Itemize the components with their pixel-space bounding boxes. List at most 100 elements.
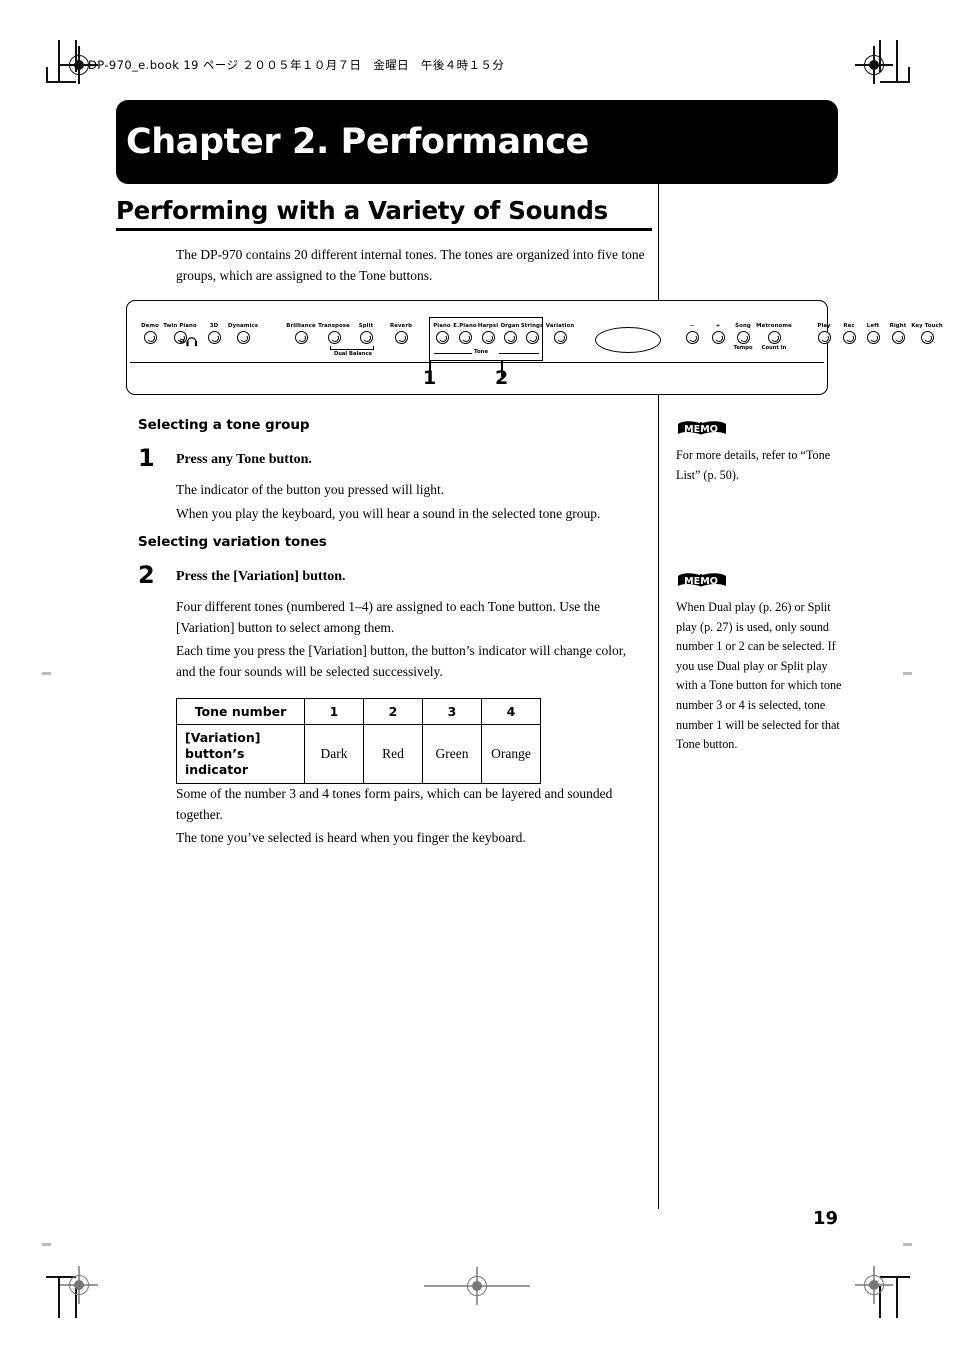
panel-button-metronome-label: Metronome — [756, 323, 792, 329]
panel-knob-reverb-label: Reverb — [389, 323, 413, 329]
table-header-2: 2 — [363, 698, 423, 725]
panel-knob-demo-label: Demo — [141, 323, 159, 329]
panel-knob-transpose-label: Transpose — [318, 323, 350, 329]
memo-dual-split-play: MEMO When Dual play (p. 26) or Split pla… — [676, 572, 844, 755]
panel-knob-split[interactable]: Split — [353, 323, 379, 344]
knob-icon — [394, 331, 408, 344]
step-number-1: 1 — [138, 444, 155, 472]
panel-tone-button-harpsi[interactable]: Harpsi — [476, 323, 500, 344]
panel-button-play[interactable]: Play — [813, 323, 835, 344]
knob-icon — [866, 331, 880, 344]
callout-number-2: 2 — [495, 367, 509, 389]
panel-knob-transpose[interactable]: Transpose — [317, 323, 351, 344]
control-panel-diagram: Demo Twin Piano 3D Dynamics Brilliance T… — [126, 300, 943, 395]
table-row-label-line2: button’s indicator — [185, 746, 248, 777]
subheading-selecting-variation-tones: Selecting variation tones — [138, 534, 327, 550]
memo-icon: MEMO — [676, 572, 844, 595]
panel-button-metronome[interactable]: Metronome Count In — [755, 323, 793, 352]
table-row-label-variation-indicator: [Variation] button’s indicator — [176, 724, 305, 784]
step-number-2: 2 — [138, 561, 155, 589]
knob-icon — [435, 331, 449, 344]
panel-tone-button-piano[interactable]: Piano — [430, 323, 454, 344]
knob-icon — [817, 331, 831, 344]
knob-icon — [294, 331, 308, 344]
knob-icon — [685, 331, 699, 344]
tone-caption-rule-right — [499, 353, 539, 355]
panel-knob-reverb[interactable]: Reverb — [387, 323, 415, 344]
dual-balance-label: Dual Balance — [333, 351, 373, 357]
step-1-title: Press any Tone button. — [176, 452, 312, 467]
registration-mark-bottom-center — [424, 1267, 530, 1305]
side-tick-right — [903, 672, 912, 675]
panel-button-left-label: Left — [866, 323, 880, 329]
step-2-paragraph-2: Each time you press the [Variation] butt… — [176, 643, 627, 679]
knob-icon — [767, 331, 781, 344]
knob-icon — [920, 331, 934, 344]
panel-tone-button-epiano[interactable]: E.Piano — [452, 323, 478, 344]
knob-icon — [458, 331, 472, 344]
crop-mark-top-right-horizontal — [880, 81, 910, 83]
page-number: 19 — [812, 1208, 838, 1229]
knob-icon — [359, 331, 373, 344]
panel-button-key-touch-label: Key Touch — [911, 323, 943, 329]
callout-number-1: 1 — [423, 367, 437, 389]
crop-mark-bottom-right-vertical-outer — [896, 1276, 898, 1318]
step-1-paragraph-2: When you play the keyboard, you will hea… — [176, 506, 601, 521]
panel-button-key-touch[interactable]: Key Touch — [911, 323, 943, 344]
panel-button-right[interactable]: Right — [887, 323, 909, 344]
subheading-selecting-tone-group: Selecting a tone group — [138, 417, 310, 433]
panel-button-song[interactable]: Song Tempo — [731, 323, 755, 352]
tone-caption: Tone — [472, 349, 491, 355]
print-file-info: DP-970_e.book 19 ページ ２００５年１０月７日 金曜日 午後４時… — [68, 57, 504, 73]
panel-baseline — [130, 362, 824, 364]
section-title: Performing with a Variety of Sounds — [116, 196, 608, 225]
panel-display-window — [595, 327, 661, 353]
panel-button-minus[interactable]: − — [683, 323, 701, 344]
panel-tone-harpsi-label: Harpsi — [477, 323, 499, 329]
knob-icon — [327, 331, 341, 344]
knob-icon — [481, 331, 495, 344]
panel-button-left[interactable]: Left — [863, 323, 883, 344]
panel-button-play-label: Play — [817, 323, 831, 329]
tone-caption-rule-left — [434, 353, 472, 355]
table-header-1: 1 — [304, 698, 364, 725]
dual-balance-bracket — [330, 346, 374, 350]
svg-text:MEMO: MEMO — [684, 576, 718, 587]
table-header-4: 4 — [481, 698, 541, 725]
table-cell-indicator-2: Red — [363, 724, 423, 784]
panel-tone-piano-label: Piano — [433, 323, 451, 329]
panel-tone-organ-label: Organ — [500, 323, 520, 329]
panel-button-rec-label: Rec — [843, 323, 855, 329]
side-tick-left-lower — [42, 1243, 51, 1246]
registration-mark-bottom-left — [60, 1266, 98, 1304]
table-cell-indicator-4: Orange — [481, 724, 541, 784]
side-tick-right-lower — [903, 1243, 912, 1246]
crop-mark-top-left-hook — [46, 67, 48, 82]
table-row-label-line1: [Variation] — [185, 730, 261, 745]
knob-icon — [207, 331, 221, 344]
panel-button-rec[interactable]: Rec — [839, 323, 859, 344]
panel-tone-button-organ[interactable]: Organ — [498, 323, 522, 344]
step-2-paragraph-1: Four different tones (numbered 1–4) are … — [176, 599, 601, 635]
memo-tone-list-text: For more details, refer to “Tone List” (… — [676, 448, 831, 482]
panel-tone-epiano-label: E.Piano — [453, 323, 477, 329]
knob-icon — [736, 331, 750, 344]
knob-icon — [891, 331, 905, 344]
crop-mark-top-right-hook — [908, 67, 910, 82]
panel-knob-demo[interactable]: Demo — [135, 323, 165, 344]
panel-knob-twin-piano-label: Twin Piano — [163, 323, 197, 329]
crop-mark-top-left-vertical-outer — [58, 40, 60, 82]
panel-button-countin-label: Count In — [761, 345, 787, 351]
panel-knob-brilliance[interactable]: Brilliance — [285, 323, 317, 344]
registration-mark-top-right — [855, 46, 893, 84]
side-tick-left — [42, 672, 51, 675]
panel-knob-3d[interactable]: 3D — [203, 323, 225, 344]
panel-variation-button[interactable]: Variation — [545, 323, 575, 344]
panel-tone-button-strings[interactable]: Strings — [520, 323, 544, 344]
knob-icon — [842, 331, 856, 344]
crop-mark-bottom-left-vertical-outer — [58, 1276, 60, 1318]
panel-knob-dynamics[interactable]: Dynamics — [227, 323, 259, 344]
panel-button-plus[interactable]: + — [709, 323, 727, 344]
table-header-tone-number: Tone number — [176, 698, 305, 725]
step-2-title: Press the [Variation] button. — [176, 569, 346, 584]
